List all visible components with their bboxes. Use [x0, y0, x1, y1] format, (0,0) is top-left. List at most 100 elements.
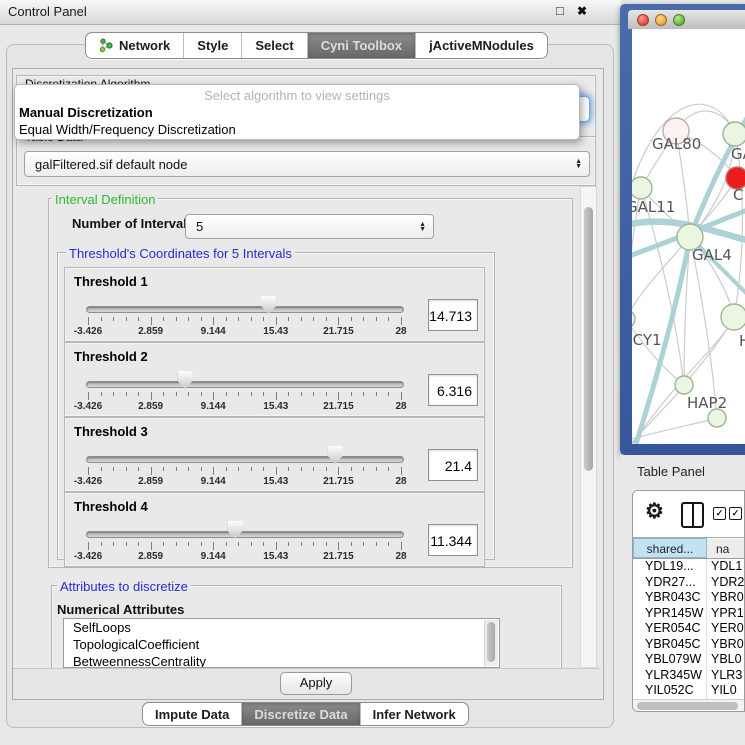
network-canvas[interactable]: GAL80GACGAL11GAL4GCY1HHAP2 [632, 29, 745, 444]
float-window-icon[interactable]: □ [556, 3, 564, 18]
table-cell[interactable]: YBR043C [633, 590, 707, 606]
network-node-label: GAL11 [632, 198, 675, 216]
slider-tick-label: 28 [376, 476, 426, 487]
algorithm-option-manual-discretization[interactable]: Manual Discretization [19, 104, 575, 121]
table-cell[interactable]: YDR27... [633, 575, 707, 591]
number-of-intervals-combobox[interactable]: 5 ▲▼ [185, 214, 434, 239]
table-horizontal-scrollbar[interactable] [633, 699, 744, 712]
table-cell[interactable]: YBR0 [707, 590, 744, 606]
table-cell[interactable]: YLR3 [707, 668, 744, 684]
slider-track[interactable] [86, 381, 404, 388]
slider-track[interactable] [86, 306, 404, 313]
minimize-traffic-light-icon[interactable] [655, 14, 667, 26]
attribute-item-selfloops[interactable]: SelfLoops [64, 619, 499, 636]
table-row[interactable]: YPR145WYPR1 [633, 606, 744, 622]
tab-infer-network[interactable]: Infer Network [360, 703, 468, 725]
columns-icon[interactable] [681, 502, 704, 528]
network-node-hap2[interactable] [675, 376, 693, 394]
attribute-item-topologicalcoefficient[interactable]: TopologicalCoefficient [64, 636, 499, 653]
scrollbar-thumb[interactable] [584, 207, 593, 471]
network-node-ga[interactable] [723, 122, 745, 146]
slider-tick [276, 542, 277, 550]
zoom-traffic-light-icon[interactable] [673, 14, 685, 26]
panel-vertical-scrollbar[interactable] [580, 186, 597, 668]
spinner-arrows-icon: ▲▼ [419, 222, 426, 232]
slider-tick [226, 392, 227, 396]
table-data-value: galFiltered.sif default node [35, 152, 187, 176]
threshold-value-field-1[interactable]: 14.713 [428, 299, 478, 331]
table-cell[interactable]: YLR345W [633, 668, 707, 684]
tab-style[interactable]: Style [183, 33, 241, 58]
table-data-combobox[interactable]: galFiltered.sif default node ▲▼ [24, 151, 590, 177]
threshold-value-field-2[interactable]: 6.316 [428, 374, 478, 406]
slider-track[interactable] [86, 531, 404, 538]
scrollbar-thumb[interactable] [487, 622, 495, 662]
tab-jactivemnodules[interactable]: jActiveMNodules [415, 33, 547, 58]
table-cell[interactable]: YIL0 [707, 683, 744, 699]
attributes-list-scrollbar[interactable] [484, 620, 498, 666]
tab-select[interactable]: Select [241, 33, 306, 58]
table-row[interactable]: YBL079WYBL0 [633, 652, 744, 668]
network-view-window[interactable]: GAL80GACGAL11GAL4GCY1HHAP2 [620, 4, 745, 455]
spinner-arrows-icon: ▲▼ [575, 159, 582, 169]
apply-button[interactable]: Apply [280, 672, 352, 695]
table-cell[interactable]: YBR0 [707, 637, 744, 653]
table-cell[interactable]: YDL19... [633, 559, 707, 575]
numerical-attributes-label: Numerical Attributes [57, 602, 184, 617]
network-node-gcy1[interactable] [632, 310, 635, 328]
table-cell[interactable]: YDL1 [707, 559, 744, 575]
tab-label: Style [197, 38, 228, 53]
tab-label: Select [255, 38, 293, 53]
settings-scroll-viewport[interactable]: Interval Definition Number of Intervals … [16, 186, 580, 668]
slider-tick [113, 392, 114, 396]
table-cell[interactable]: YPR145W [633, 606, 707, 622]
slider-tick [388, 542, 389, 546]
tab-cyni-toolbox[interactable]: Cyni Toolbox [307, 33, 415, 58]
slider-tick [101, 317, 102, 321]
table-cell[interactable]: YDR2 [707, 575, 744, 591]
table-cell[interactable]: YBR045C [633, 637, 707, 653]
table-cell[interactable]: YBL0 [707, 652, 744, 668]
gear-icon[interactable]: ⚙ [645, 499, 664, 524]
checkbox-icon[interactable]: ✓ [713, 507, 726, 520]
slider-tick [338, 542, 339, 550]
algorithm-option-equal-width-frequency-discretization[interactable]: Equal Width/Frequency Discretization [19, 121, 575, 138]
table-cell[interactable]: YIL052C [633, 683, 707, 699]
column-header-shared-name[interactable]: shared... [633, 538, 707, 558]
tab-discretize-data[interactable]: Discretize Data [241, 703, 359, 725]
column-header-name[interactable]: na [707, 538, 744, 558]
slider-tick [351, 392, 352, 396]
table-row[interactable]: YLR345WYLR3 [633, 668, 744, 684]
slider-tick-label: 28 [376, 401, 426, 412]
table-row[interactable]: YER054CYER0 [633, 621, 744, 637]
table-cell[interactable]: YER0 [707, 621, 744, 637]
slider-tick-label: 2.859 [126, 476, 176, 487]
scrollbar-thumb[interactable] [637, 702, 738, 710]
slider-track[interactable] [86, 456, 404, 463]
checkbox-icon[interactable]: ✓ [729, 507, 742, 520]
table-row[interactable]: YDL19...YDL1 [633, 559, 744, 575]
table-row[interactable]: YBR045CYBR0 [633, 637, 744, 653]
threshold-value-field-4[interactable]: 11.344 [428, 524, 478, 556]
table-row[interactable]: YIL052CYIL0 [633, 683, 744, 699]
network-node[interactable] [708, 409, 726, 427]
table-cell[interactable]: YBL079W [633, 652, 707, 668]
close-traffic-light-icon[interactable] [637, 14, 649, 26]
tab-impute-data[interactable]: Impute Data [143, 703, 241, 725]
network-window-titlebar [628, 10, 745, 29]
slider-tick [163, 467, 164, 471]
tab-network[interactable]: Network [86, 33, 183, 58]
table-row[interactable]: YBR043CYBR0 [633, 590, 744, 606]
table-row[interactable]: YDR27...YDR2 [633, 575, 744, 591]
close-icon[interactable]: ✖ [577, 4, 587, 18]
network-node-h[interactable] [721, 304, 745, 330]
attribute-item-betweennesscentrality[interactable]: BetweennessCentrality [64, 653, 499, 668]
slider-tick-label: 21.715 [313, 401, 363, 412]
numerical-attributes-list[interactable]: SelfLoopsTopologicalCoefficientBetweenne… [63, 618, 500, 668]
table-cell[interactable]: YER054C [633, 621, 707, 637]
slider-tick [276, 392, 277, 400]
table-cell[interactable]: YPR1 [707, 606, 744, 622]
network-node-gal11[interactable] [632, 177, 652, 199]
threshold-value-field-3[interactable]: 21.4 [428, 449, 478, 481]
slider-tick [251, 467, 252, 471]
